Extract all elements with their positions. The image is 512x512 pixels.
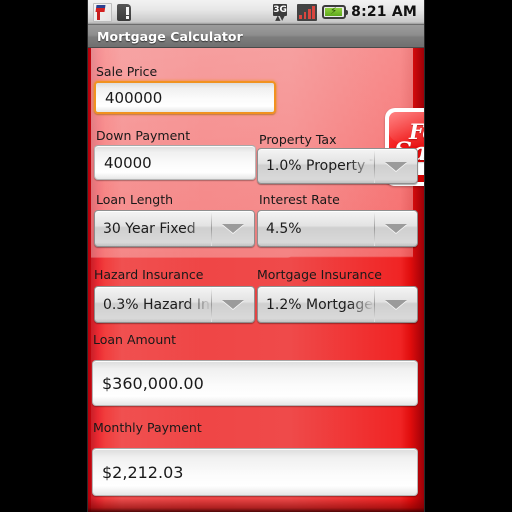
label-loan-amount: Loan Amount bbox=[93, 332, 177, 347]
hazard-insurance-value: 0.3% Hazard Insurance bbox=[103, 296, 211, 313]
chevron-down-icon[interactable] bbox=[375, 287, 417, 322]
device-frame: 3G ▲▼ ⚡ 8:21 AM Mortgage Calculator F Sa… bbox=[0, 0, 512, 512]
mortgage-insurance-spinner[interactable]: 1.2% Mortgage Insurance bbox=[257, 286, 418, 323]
label-property-tax: Property Tax bbox=[259, 132, 337, 147]
label-loan-length: Loan Length bbox=[96, 192, 174, 207]
status-bar: 3G ▲▼ ⚡ 8:21 AM bbox=[88, 0, 424, 25]
signal-bars-icon bbox=[297, 3, 318, 21]
interest-rate-value: 4.5% bbox=[266, 220, 302, 237]
app-notification-icon bbox=[93, 2, 112, 22]
label-mortgage-insurance: Mortgage Insurance bbox=[257, 267, 382, 282]
label-sale-price: Sale Price bbox=[96, 64, 158, 79]
phone-screen: 3G ▲▼ ⚡ 8:21 AM Mortgage Calculator F Sa… bbox=[88, 0, 424, 512]
label-interest-rate: Interest Rate bbox=[259, 192, 340, 207]
status-bar-left-icons bbox=[88, 2, 273, 22]
label-monthly-payment: Monthly Payment bbox=[93, 420, 202, 435]
label-hazard-insurance: Hazard Insurance bbox=[94, 267, 204, 282]
loan-length-value: 30 Year Fixed bbox=[103, 220, 196, 237]
interest-rate-spinner[interactable]: 4.5% bbox=[257, 210, 418, 247]
property-tax-spinner[interactable]: 1.0% Property Tax bbox=[257, 148, 418, 184]
battery-charging-icon: ⚡ bbox=[322, 5, 349, 19]
sale-price-input[interactable]: 400000 bbox=[94, 81, 276, 114]
app-title-bar: Mortgage Calculator bbox=[88, 25, 424, 48]
chevron-down-icon[interactable] bbox=[212, 287, 254, 322]
loan-length-spinner[interactable]: 30 Year Fixed bbox=[94, 210, 255, 247]
loan-amount-output[interactable]: $360,000.00 bbox=[92, 360, 418, 406]
chevron-down-icon[interactable] bbox=[212, 211, 254, 246]
sd-card-icon bbox=[117, 3, 131, 21]
status-bar-right-icons: 3G ▲▼ ⚡ 8:21 AM bbox=[273, 3, 424, 22]
page-title: Mortgage Calculator bbox=[97, 28, 243, 44]
app-content: For Sale Sale Price 400000 Down Payment … bbox=[88, 48, 424, 512]
chevron-down-icon[interactable] bbox=[375, 149, 417, 183]
3g-data-arrows: ▲▼ bbox=[275, 13, 285, 22]
down-payment-input[interactable]: 40000 bbox=[94, 145, 256, 180]
mortgage-form: For Sale Sale Price 400000 Down Payment … bbox=[88, 48, 424, 512]
chevron-down-icon[interactable] bbox=[375, 211, 417, 246]
hazard-insurance-spinner[interactable]: 0.3% Hazard Insurance bbox=[94, 286, 255, 323]
property-tax-value: 1.0% Property Tax bbox=[266, 158, 374, 174]
mortgage-insurance-value: 1.2% Mortgage Insurance bbox=[266, 296, 374, 313]
bottom-shadow bbox=[88, 498, 424, 512]
monthly-payment-output[interactable]: $2,212.03 bbox=[92, 448, 418, 496]
3g-network-icon: 3G ▲▼ bbox=[273, 3, 292, 22]
label-down-payment: Down Payment bbox=[96, 128, 191, 143]
status-bar-clock: 8:21 AM bbox=[351, 4, 417, 20]
